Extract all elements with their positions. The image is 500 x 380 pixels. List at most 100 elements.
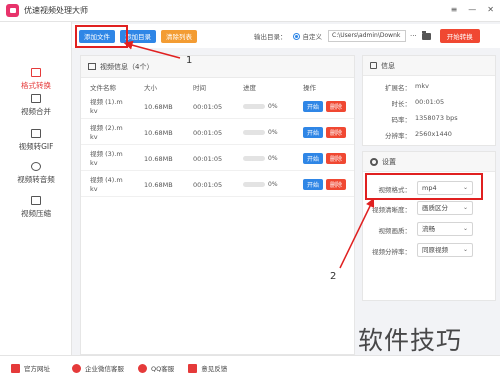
progress-bar [243, 156, 265, 161]
chevron-down-icon: ⌄ [462, 246, 468, 253]
table-row[interactable]: 视频 (3).m kv 10.68MB 00:01:05 0% 开始 删除 [81, 148, 354, 171]
video-clarity-select[interactable]: 画质区分 ⌄ [417, 201, 473, 215]
info-value: 1358073 bps [415, 114, 458, 122]
qq-icon [138, 363, 147, 373]
footer-feedback[interactable]: 意见反馈 [188, 363, 227, 373]
gear-icon [370, 157, 378, 166]
file-duration: 00:01:05 [193, 181, 223, 189]
info-value: mkv [415, 82, 429, 90]
row-delete-button[interactable]: 删除 [326, 153, 346, 164]
setting-label: 视频分辨率： [372, 248, 411, 256]
select-value: 同原视频 [422, 246, 448, 254]
sidebar-item-format-convert[interactable]: 格式转换 [0, 68, 72, 91]
row-delete-button[interactable]: 删除 [326, 101, 346, 112]
custom-radio-label: 自定义 [302, 33, 323, 41]
app-title: 优速视频处理大师 [24, 6, 88, 15]
file-name-line: kv [90, 185, 98, 193]
info-key: 扩展名： [385, 84, 411, 92]
row-start-button[interactable]: 开始 [303, 153, 323, 164]
chevron-down-icon: ⌄ [462, 204, 468, 211]
file-name-line: 视频 (3).m [90, 150, 123, 158]
audio-icon [31, 162, 41, 171]
minimize-icon[interactable]: — [468, 5, 476, 14]
wechat-icon [72, 363, 81, 373]
table-row[interactable]: 视频 (1).m kv 10.68MB 00:01:05 0% 开始 删除 [81, 96, 354, 119]
video-quality-select[interactable]: 流畅 ⌄ [417, 222, 473, 236]
footer-label: QQ客服 [151, 365, 175, 373]
info-icon [370, 62, 377, 69]
highlight-box-1 [75, 25, 128, 48]
gif-icon [31, 129, 41, 138]
folder-icon[interactable] [421, 30, 431, 40]
file-name: 视频 (1).m kv [90, 98, 128, 116]
settings-header: 设置 [363, 152, 495, 172]
file-size: 10.68MB [144, 181, 173, 189]
video-list-title: 视频信息（4个） [100, 62, 154, 71]
row-delete-button[interactable]: 删除 [326, 127, 346, 138]
file-duration: 00:01:05 [193, 129, 223, 137]
output-path-input[interactable]: C:\Users\admin\Downk [328, 30, 406, 42]
setting-video-quality: 视频画质： 流畅 ⌄ [363, 221, 497, 237]
col-actions: 操作 [303, 84, 316, 92]
video-resolution-select[interactable]: 同原视频 ⌄ [417, 243, 473, 257]
setting-video-clarity: 视频清晰度： 画质区分 ⌄ [363, 200, 497, 216]
progress-bar [243, 104, 265, 109]
home-icon [11, 363, 20, 373]
sidebar-item-video-to-gif[interactable]: 视频转GIF [0, 129, 72, 152]
footer-qq-service[interactable]: QQ客服 [138, 363, 174, 373]
setting-label: 视频画质： [378, 227, 412, 235]
clear-list-button[interactable]: 清除列表 [161, 29, 197, 43]
footer-wechat-service[interactable]: 企业微信客服 [72, 363, 124, 373]
footer-bar: 官方网址 企业微信客服 QQ客服 意见反馈 [0, 355, 500, 380]
info-title: 信息 [381, 61, 395, 70]
col-size: 大小 [144, 84, 157, 92]
file-size: 10.68MB [144, 103, 173, 111]
window-controls: ≡ — ✕ [451, 5, 494, 14]
sidebar-item-label: 视频压缩 [21, 209, 51, 218]
footer-official-site[interactable]: 官方网址 [11, 363, 50, 373]
sidebar-item-label: 格式转换 [21, 81, 51, 90]
progress-bar [243, 130, 265, 135]
sidebar-item-video-compress[interactable]: 视频压缩 [0, 196, 72, 219]
menu-icon[interactable]: ≡ [451, 5, 458, 14]
browse-button[interactable]: ··· [410, 32, 417, 40]
sidebar-item-video-merge[interactable]: 视频合并 [0, 94, 72, 117]
row-start-button[interactable]: 开始 [303, 179, 323, 190]
sidebar-item-video-to-audio[interactable]: 视频转音频 [0, 162, 72, 185]
output-dir-label: 输出目录： [254, 33, 287, 41]
progress-percent: 0% [268, 181, 278, 188]
file-name: 视频 (4).m kv [90, 176, 128, 194]
col-progress: 进度 [243, 84, 256, 92]
file-name-line: kv [90, 159, 98, 167]
compress-icon [31, 196, 41, 205]
close-icon[interactable]: ✕ [487, 5, 494, 14]
row-start-button[interactable]: 开始 [303, 127, 323, 138]
info-key: 时长： [391, 100, 412, 108]
file-name-line: 视频 (1).m [90, 98, 123, 106]
progress-bar [243, 182, 265, 187]
table-row[interactable]: 视频 (2).m kv 10.68MB 00:01:05 0% 开始 删除 [81, 122, 354, 145]
info-panel: 信息 扩展名： mkv 时长： 00:01:05 码率： 1358073 bps… [362, 55, 496, 146]
table-row[interactable]: 视频 (4).m kv 10.68MB 00:01:05 0% 开始 删除 [81, 174, 354, 197]
app-logo-icon [6, 4, 19, 17]
row-start-button[interactable]: 开始 [303, 101, 323, 112]
file-name: 视频 (2).m kv [90, 124, 128, 142]
progress-percent: 0% [268, 129, 278, 136]
setting-video-resolution: 视频分辨率： 同原视频 ⌄ [363, 242, 497, 258]
sidebar: 格式转换 视频合并 视频转GIF 视频转音频 视频压缩 [0, 22, 72, 355]
col-time: 时间 [193, 84, 206, 92]
column-headers: 文件名称 大小 时间 进度 操作 [81, 78, 354, 94]
col-filename: 文件名称 [90, 84, 116, 92]
progress-percent: 0% [268, 103, 278, 110]
highlight-box-2 [365, 173, 483, 200]
title-bar: 优速视频处理大师 ≡ — ✕ [0, 0, 500, 22]
start-convert-button[interactable]: 开始转换 [439, 29, 480, 43]
watermark-text: 软件技巧 [358, 326, 463, 355]
row-delete-button[interactable]: 删除 [326, 179, 346, 190]
toolbar: 添加文件 添加目录 清除列表 输出目录： 自定义 C:\Users\admin\… [72, 24, 500, 48]
custom-radio[interactable] [292, 32, 300, 40]
settings-title: 设置 [382, 157, 396, 166]
sidebar-item-label: 视频转GIF [18, 142, 54, 151]
file-name-line: 视频 (4).m [90, 176, 123, 184]
info-key: 码率： [391, 116, 412, 124]
